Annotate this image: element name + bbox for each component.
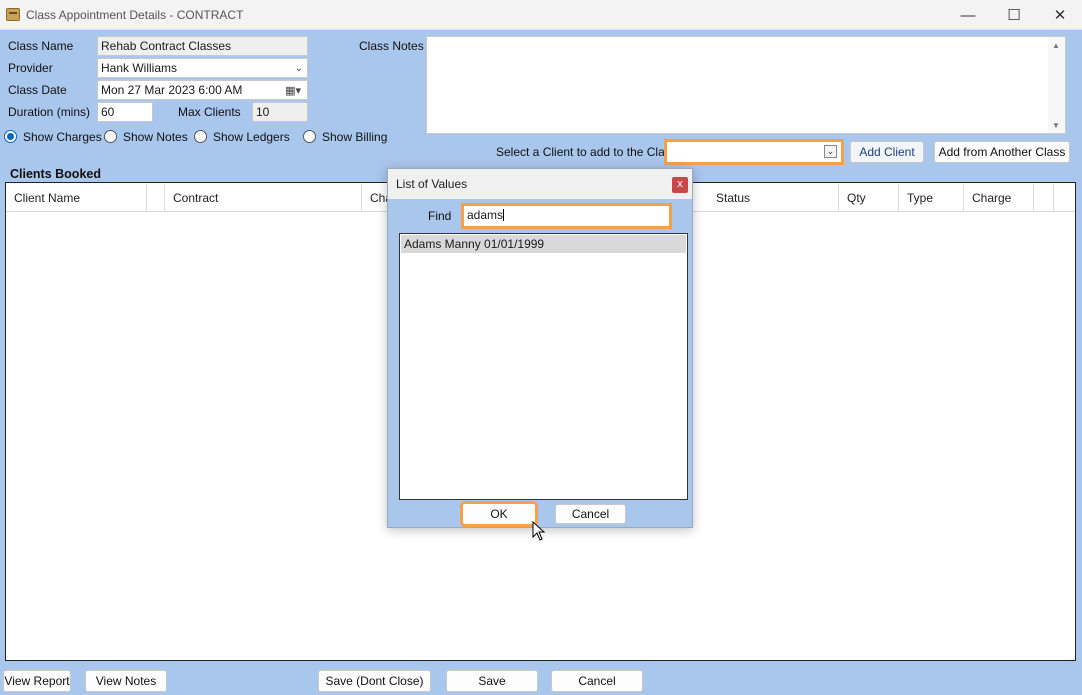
dialog-title: List of Values (396, 177, 468, 191)
app-icon (6, 8, 20, 21)
cancel-button[interactable]: Cancel (551, 670, 643, 692)
show-charges-label[interactable]: Show Charges (23, 130, 102, 144)
scroll-up-icon[interactable]: ▲ (1052, 41, 1060, 50)
view-notes-button[interactable]: View Notes (85, 670, 167, 692)
show-billing-label[interactable]: Show Billing (322, 130, 387, 144)
mouse-cursor-icon (532, 521, 546, 541)
show-notes-label[interactable]: Show Notes (123, 130, 188, 144)
values-listbox[interactable]: Adams Manny 01/01/1999 (399, 233, 688, 500)
select-client-label: Select a Client to add to the Class (496, 145, 677, 159)
max-clients-field[interactable]: 10 (252, 102, 308, 122)
duration-label: Duration (mins) (8, 105, 91, 119)
save-dont-close-button[interactable]: Save (Dont Close) (318, 670, 431, 692)
notes-scrollbar[interactable]: ▲ ▼ (1048, 37, 1065, 133)
max-clients-label: Max Clients (178, 105, 241, 119)
find-input[interactable]: adams (461, 203, 672, 229)
column-type[interactable]: Type (899, 184, 964, 212)
chevron-down-icon[interactable]: ⌄ (824, 145, 837, 158)
window-title: Class Appointment Details - CONTRACT (26, 8, 244, 22)
show-charges-radio[interactable] (4, 130, 17, 143)
find-label: Find (428, 209, 452, 223)
client-select-combobox[interactable]: ⌄ (664, 139, 844, 165)
dialog-cancel-button[interactable]: Cancel (555, 504, 626, 524)
save-button[interactable]: Save (446, 670, 538, 692)
show-ledgers-radio[interactable] (194, 130, 207, 143)
provider-label: Provider (8, 61, 53, 75)
minimize-button[interactable]: — (945, 0, 991, 30)
class-date-value: Mon 27 Mar 2023 6:00 AM (101, 83, 243, 97)
scroll-down-icon[interactable]: ▼ (1052, 121, 1060, 130)
list-item[interactable]: Adams Manny 01/01/1999 (401, 235, 686, 253)
calendar-icon[interactable]: ▦▾ (285, 84, 301, 99)
column-client-name[interactable]: Client Name (6, 184, 147, 212)
column-extra (1034, 184, 1054, 212)
class-notes-label: Class Notes (359, 39, 424, 53)
column-spacer (147, 184, 165, 212)
dialog-close-icon[interactable]: x (672, 177, 688, 193)
column-contract[interactable]: Contract (165, 184, 362, 212)
class-name-label: Class Name (8, 39, 74, 53)
class-name-field[interactable]: Rehab Contract Classes (97, 36, 308, 56)
chevron-down-icon: ⌄ (294, 63, 303, 74)
view-report-button[interactable]: View Report (3, 670, 71, 692)
duration-field[interactable]: 60 (97, 102, 153, 122)
maximize-button[interactable]: ☐ (991, 0, 1037, 30)
add-client-button[interactable]: Add Client (850, 141, 924, 163)
close-button[interactable]: ✕ (1037, 0, 1082, 30)
show-billing-radio[interactable] (303, 130, 316, 143)
class-date-picker[interactable]: Mon 27 Mar 2023 6:00 AM ▦▾ (97, 80, 308, 100)
text-caret (503, 209, 505, 221)
add-from-another-class-button[interactable]: Add from Another Class (934, 141, 1070, 163)
title-bar: Class Appointment Details - CONTRACT — ☐… (0, 0, 1082, 30)
ok-button[interactable]: OK (460, 501, 538, 527)
list-of-values-dialog: List of Values x Find adams Adams Manny … (387, 168, 693, 528)
column-charge[interactable]: Charge (964, 184, 1034, 212)
clients-booked-heading: Clients Booked (10, 167, 101, 181)
column-qty[interactable]: Qty (839, 184, 899, 212)
show-ledgers-label[interactable]: Show Ledgers (213, 130, 290, 144)
provider-select[interactable]: Hank Williams ⌄ (97, 58, 308, 78)
class-notes-textarea[interactable]: ▲ ▼ (426, 36, 1066, 134)
dialog-title-bar: List of Values x (388, 169, 692, 199)
find-input-value: adams (467, 208, 504, 222)
provider-value: Hank Williams (101, 61, 178, 75)
class-date-label: Class Date (8, 83, 67, 97)
column-status[interactable]: Status (708, 184, 839, 212)
show-notes-radio[interactable] (104, 130, 117, 143)
